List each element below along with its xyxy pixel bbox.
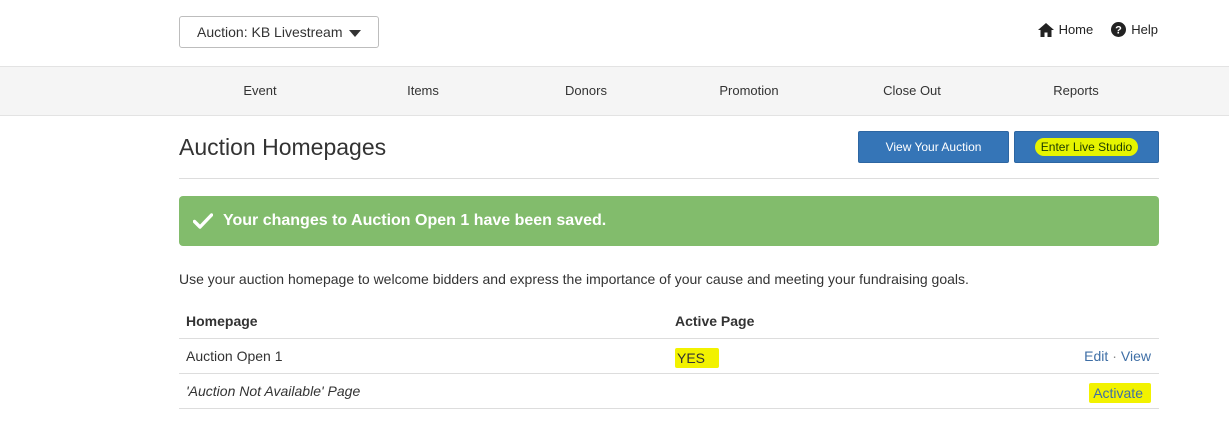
nav-item-donors[interactable]: Donors (565, 83, 607, 98)
help-label: Help (1131, 22, 1158, 37)
top-links: Home ? Help (1037, 22, 1158, 37)
auction-select-dropdown[interactable]: Auction: KB Livestream (179, 16, 379, 48)
help-link[interactable]: ? Help (1111, 22, 1158, 37)
view-your-auction-label: View Your Auction (885, 140, 982, 154)
table-header-row: Homepage Active Page (179, 304, 1159, 339)
home-link[interactable]: Home (1037, 22, 1094, 37)
nav-item-close-out[interactable]: Close Out (883, 83, 941, 98)
nav-item-items[interactable]: Items (407, 83, 439, 98)
homepage-name: Auction Open 1 (186, 348, 283, 364)
edit-link[interactable]: Edit (1084, 348, 1108, 364)
view-link[interactable]: View (1121, 348, 1151, 364)
top-bar: Auction: KB Livestream Home ? Help (0, 0, 1229, 66)
auction-select-value: Auction: KB Livestream (197, 24, 343, 40)
row-actions: Activate (1089, 383, 1151, 403)
enter-live-studio-button[interactable]: Enter Live Studio (1014, 131, 1159, 163)
checkmark-icon (193, 213, 213, 229)
table-row: Auction Open 1 YES Edit · View (179, 339, 1159, 374)
header-homepage: Homepage (186, 313, 258, 329)
success-alert-text: Your changes to Auction Open 1 have been… (223, 212, 607, 229)
nav-item-promotion[interactable]: Promotion (719, 83, 778, 98)
nav-item-event[interactable]: Event (243, 83, 276, 98)
homepage-name: 'Auction Not Available' Page (186, 383, 361, 399)
row-actions: Edit · View (1084, 348, 1151, 364)
nav-item-reports[interactable]: Reports (1053, 83, 1099, 98)
caret-down-icon (349, 30, 361, 37)
header-active-page: Active Page (675, 313, 755, 329)
title-divider (179, 178, 1159, 179)
svg-text:?: ? (1115, 25, 1122, 37)
intro-text: Use your auction homepage to welcome bid… (179, 271, 969, 287)
active-status: YES (675, 348, 720, 368)
page-title: Auction Homepages (179, 134, 387, 160)
success-alert: Your changes to Auction Open 1 have been… (179, 196, 1159, 246)
view-your-auction-button[interactable]: View Your Auction (858, 131, 1009, 163)
help-icon: ? (1111, 22, 1127, 37)
enter-live-studio-label: Enter Live Studio (1034, 138, 1139, 156)
homepages-table: Homepage Active Page Auction Open 1 YES … (179, 304, 1159, 409)
main-nav: Event Items Donors Promotion Close Out R… (0, 66, 1229, 116)
home-label: Home (1058, 22, 1094, 37)
table-row: 'Auction Not Available' Page Activate (179, 374, 1159, 409)
home-icon (1037, 22, 1054, 37)
action-separator: · (1112, 348, 1117, 364)
activate-link[interactable]: Activate (1089, 383, 1151, 403)
